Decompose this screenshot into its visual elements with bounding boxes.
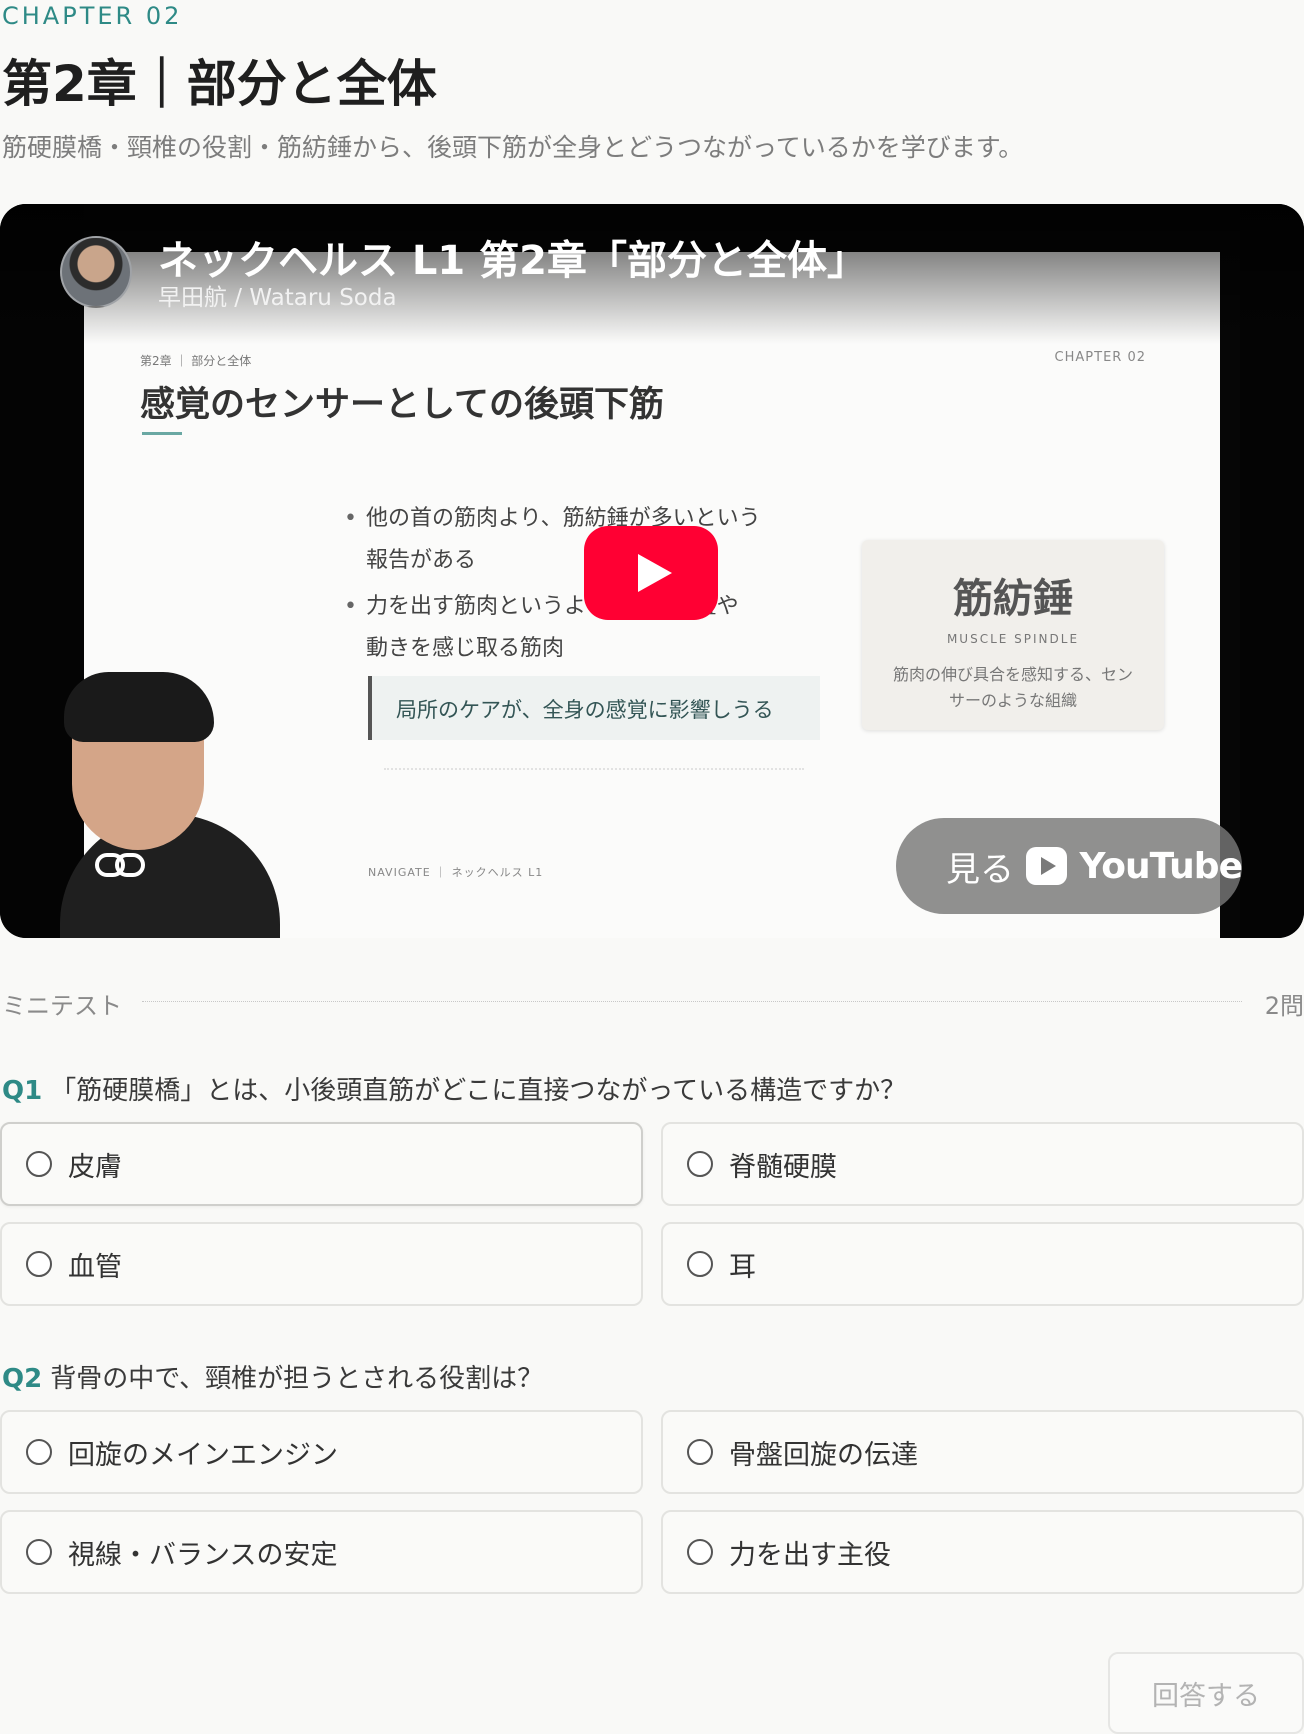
q2-option-3[interactable]: 視線・バランスの安定 <box>0 1510 643 1594</box>
submit-answer-button[interactable]: 回答する <box>1108 1652 1304 1734</box>
watch-label: 見る <box>946 849 1014 890</box>
q1-option-4[interactable]: 耳 <box>661 1222 1304 1306</box>
channel-avatar[interactable] <box>60 236 132 308</box>
q2-option-2[interactable]: 骨盤回旋の伝達 <box>661 1410 1304 1494</box>
q1-option-3[interactable]: 血管 <box>0 1222 643 1306</box>
radio-button[interactable] <box>26 1439 52 1465</box>
youtube-play-icon <box>1026 847 1068 885</box>
link-icon[interactable] <box>94 848 146 882</box>
slide-divider <box>384 768 804 770</box>
video-player[interactable]: 第2章 ｜ 部分と全体 CHAPTER 02 感覚のセンサーとしての後頭下筋 他… <box>0 204 1304 938</box>
slide-heading-rule <box>142 432 182 435</box>
option-label: 血管 <box>68 1251 122 1283</box>
presenter-overlay <box>52 664 280 938</box>
watch-on-youtube-button[interactable]: 見る YouTube <box>896 818 1243 914</box>
radio-button[interactable] <box>687 1251 713 1277</box>
slide-card-desc: 筋肉の伸び具合を感知する、センサーのような組織 <box>892 665 1133 710</box>
radio-button[interactable] <box>687 1539 713 1565</box>
option-label: 視線・バランスの安定 <box>68 1539 338 1571</box>
radio-button[interactable] <box>687 1439 713 1465</box>
mini-test-header: ミニテスト 2問 <box>0 986 1304 1020</box>
question-text: 背骨の中で、頸椎が担うとされる役割は？ <box>50 1364 544 1394</box>
radio-button[interactable] <box>687 1151 713 1177</box>
q2-option-1[interactable]: 回旋のメインエンジン <box>0 1410 643 1494</box>
q1-option-1[interactable]: 皮膚 <box>0 1122 643 1206</box>
slide-footer: NAVIGATE ｜ ネックヘルス L1 <box>368 866 544 879</box>
radio-button[interactable] <box>26 1251 52 1277</box>
option-label: 皮膚 <box>68 1151 122 1183</box>
question-2: Q2 背骨の中で、頸椎が担うとされる役割は？ <box>2 1358 543 1395</box>
page-subtitle: 筋硬膜橋・頸椎の役割・筋紡錘から、後頭下筋が全身とどうつながっているかを学びます… <box>2 133 1024 162</box>
slide-callout: 局所のケアが、全身の感覚に影響しうる <box>368 676 820 740</box>
slide-chapter: CHAPTER 02 <box>1054 350 1146 365</box>
slide-bullet-2-cont: 動きを感じ取る筋肉 <box>366 636 565 661</box>
option-label: 回旋のメインエンジン <box>68 1439 338 1471</box>
slide-breadcrumb: 第2章 ｜ 部分と全体 <box>140 354 252 368</box>
mini-test-rule <box>142 1001 1242 1002</box>
option-label: 耳 <box>729 1251 756 1283</box>
radio-button[interactable] <box>26 1539 52 1565</box>
question-number: Q2 <box>2 1364 43 1394</box>
video-author[interactable]: 早田航 / Wataru Soda <box>158 278 397 312</box>
slide-bullet-1-cont: 報告がある <box>366 548 477 573</box>
slide-card: 筋紡錘 MUSCLE SPINDLE 筋肉の伸び具合を感知する、センサーのような… <box>862 540 1164 730</box>
presenter-hair <box>64 672 214 742</box>
slide-card-sub: MUSCLE SPINDLE <box>946 632 1080 646</box>
mini-test-label: ミニテスト <box>2 992 122 1020</box>
option-label: 脊髄硬膜 <box>729 1151 837 1183</box>
chapter-eyebrow: CHAPTER 02 <box>2 2 183 30</box>
play-icon <box>638 554 672 592</box>
slide-heading: 感覚のセンサーとしての後頭下筋 <box>140 385 664 425</box>
page-title: 第2章｜部分と全体 <box>2 55 437 113</box>
play-button[interactable] <box>584 526 718 620</box>
question-count: 2問 <box>1264 992 1304 1020</box>
question-1: Q1 「筋硬膜橋」とは、小後頭直筋がどこに直接つながっている構造ですか？ <box>2 1070 906 1107</box>
option-label: 力を出す主役 <box>729 1539 891 1571</box>
radio-button[interactable] <box>26 1151 52 1177</box>
q1-option-2[interactable]: 脊髄硬膜 <box>661 1122 1304 1206</box>
slide-card-title: 筋紡錘 <box>953 576 1073 622</box>
youtube-wordmark: YouTube <box>1079 845 1243 887</box>
question-number: Q1 <box>2 1076 43 1106</box>
q2-option-4[interactable]: 力を出す主役 <box>661 1510 1304 1594</box>
option-label: 骨盤回旋の伝達 <box>729 1439 918 1471</box>
question-text: 「筋硬膜橋」とは、小後頭直筋がどこに直接つながっている構造ですか？ <box>50 1076 907 1106</box>
